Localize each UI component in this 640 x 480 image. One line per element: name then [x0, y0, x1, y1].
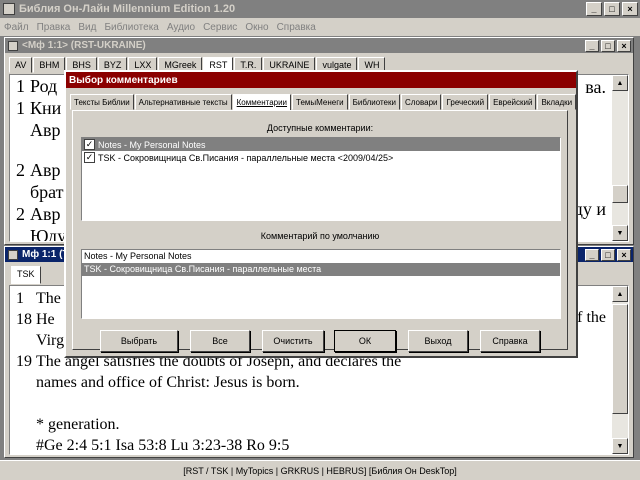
tsk-text-line: #Ge 2:4 5:1 Isa 53:8 Lu 3:23-38 Ro 9:5 [36, 437, 290, 454]
ok-button[interactable]: ОК [334, 330, 396, 352]
menu-item[interactable]: Вид [74, 22, 100, 33]
app-icon [3, 3, 15, 15]
minimize-icon[interactable]: _ [585, 248, 599, 261]
scroll-thumb[interactable] [612, 185, 628, 203]
available-item[interactable]: ✓ Notes - My Personal Notes [82, 138, 560, 151]
verse-number: 19 [16, 353, 32, 370]
bible-fragment: ва. [585, 77, 606, 97]
dialog-tab[interactable]: Словари [400, 94, 442, 110]
dialog-tab[interactable]: Комментарии [232, 94, 292, 110]
help-button[interactable]: Справка [480, 330, 540, 352]
window-icon [8, 249, 18, 260]
dialog-tab[interactable]: Еврейский [489, 94, 537, 110]
scroll-up-icon[interactable]: ▲ [612, 286, 628, 302]
tsk-fragment: f the [577, 309, 606, 326]
menu-bar: Файл Правка Вид Библиотека Аудио Сервис Окно Сп… [0, 18, 640, 36]
select-button[interactable]: Выбрать [100, 330, 178, 352]
default-list[interactable]: Notes - My Personal Notes TSK - Сокровищн… [81, 249, 561, 319]
scroll-down-icon[interactable]: ▼ [612, 438, 628, 454]
dialog-tab[interactable]: Библиотеки [348, 94, 400, 110]
verse-text: Авр [30, 120, 61, 140]
menu-item[interactable]: Сервис [199, 22, 241, 33]
app-titlebar: Библия Он-Лайн Millennium Edition 1.20 _… [0, 0, 640, 18]
bible-window-title: <Мф 1:1> (RST-UKRAINE) [22, 40, 146, 51]
default-item[interactable]: TSK - Сокровищница Св.Писания - параллел… [82, 263, 560, 276]
available-list[interactable]: ✓ Notes - My Personal Notes ✓ TSK - Сокрови… [81, 137, 561, 221]
scroll-thumb[interactable] [612, 304, 628, 414]
bible-scrollbar[interactable]: ▲ ▼ [612, 75, 628, 241]
close-icon[interactable]: × [617, 39, 631, 52]
maximize-icon[interactable]: □ [601, 248, 615, 261]
verse-number: 18 [16, 311, 32, 328]
all-button[interactable]: Все [190, 330, 250, 352]
verse-text: брат [30, 182, 64, 202]
dialog-tab-strip: Тексты Библии Альтернативные тексты Коммен… [66, 88, 576, 110]
commentary-dialog: Выбор комментариев Тексты Библии Альтерна… [64, 70, 578, 358]
verse-number: 1 [16, 290, 24, 307]
maximize-icon[interactable]: □ [601, 39, 615, 52]
verse-number: 1 [16, 98, 25, 118]
dialog-titlebar: Выбор комментариев [66, 72, 576, 88]
menu-item[interactable]: Окно [241, 22, 272, 33]
checkbox-icon[interactable]: ✓ [84, 152, 95, 163]
verse-number: 1 [16, 76, 25, 96]
verse-number: 2 [16, 160, 25, 180]
app-title: Библия Он-Лайн Millennium Edition 1.20 [19, 3, 236, 15]
available-item-label: Notes - My Personal Notes [98, 139, 206, 150]
tab-tsk[interactable]: TSK [11, 266, 41, 284]
status-bar: [RST / TSK | MyTopics | GRKRUS | HEBRUS]… [0, 460, 640, 480]
tsk-text-line: He [36, 311, 55, 328]
window-icon [8, 40, 18, 51]
menu-item[interactable]: Файл [0, 22, 33, 33]
dialog-title: Выбор комментариев [69, 74, 178, 86]
verse-text: Кни [30, 98, 62, 118]
menu-item[interactable]: Библиотека [100, 22, 162, 33]
minimize-icon[interactable]: _ [586, 2, 602, 16]
tab-bhm[interactable]: BHM [33, 57, 66, 73]
status-text: [RST / TSK | MyTopics | GRKRUS | HEBRUS]… [183, 465, 457, 476]
tsk-line: * generation. [16, 414, 628, 435]
verse-text: Авр [30, 160, 61, 180]
bible-window-titlebar: <Мф 1:1> (RST-UKRAINE) _ □ × [5, 38, 633, 53]
available-label: Доступные комментарии: [266, 123, 374, 133]
dialog-tab[interactable]: ТемыМенеги [292, 94, 348, 110]
minimize-icon[interactable]: _ [585, 39, 599, 52]
tsk-line [16, 393, 628, 414]
bible-fragment: ду и [573, 199, 606, 219]
menu-item[interactable]: Правка [33, 22, 75, 33]
scroll-up-icon[interactable]: ▲ [612, 75, 628, 91]
default-label: Комментарий по умолчанию [260, 231, 380, 241]
exit-button[interactable]: Выход [408, 330, 468, 352]
tsk-text-line: * generation. [36, 416, 120, 433]
verse-text: Род [30, 76, 58, 96]
close-icon[interactable]: × [622, 2, 638, 16]
tsk-text-line: names and office of Christ: Jesus is bor… [36, 374, 300, 391]
default-item[interactable]: Notes - My Personal Notes [82, 250, 560, 263]
available-item-label: TSK - Сокровищница Св.Писания - параллел… [98, 152, 394, 163]
verse-number: 2 [16, 204, 25, 224]
tab-av[interactable]: AV [9, 57, 33, 73]
close-icon[interactable]: × [617, 248, 631, 261]
maximize-icon[interactable]: □ [604, 2, 620, 16]
dialog-tab[interactable]: Греческий [442, 94, 489, 110]
dialog-tab[interactable]: Тексты Библии [70, 94, 134, 110]
menu-item[interactable]: Аудио [163, 22, 199, 33]
tsk-text-line: The [36, 290, 61, 307]
tsk-line: #Ge 2:4 5:1 Isa 53:8 Lu 3:23-38 Ro 9:5 [16, 435, 628, 454]
menu-item[interactable]: Справка [273, 22, 320, 33]
scroll-down-icon[interactable]: ▼ [612, 225, 628, 241]
tsk-scrollbar[interactable]: ▲ ▼ [612, 286, 628, 454]
verse-text: Авр [30, 204, 61, 224]
tsk-line: names and office of Christ: Jesus is bor… [16, 372, 628, 393]
verse-text: Юду [30, 226, 67, 242]
dialog-tab-panel: Доступные комментарии: ✓ Notes - My Perso… [72, 110, 568, 350]
checkbox-icon[interactable]: ✓ [84, 139, 95, 150]
available-item[interactable]: ✓ TSK - Сокровищница Св.Писания - паралле… [82, 151, 560, 164]
dialog-tab[interactable]: Альтернативные тексты [134, 94, 232, 110]
tsk-text-line: Virg [36, 332, 65, 349]
dialog-tab[interactable]: Вкладки [537, 94, 576, 110]
clear-button[interactable]: Очистить [262, 330, 324, 352]
